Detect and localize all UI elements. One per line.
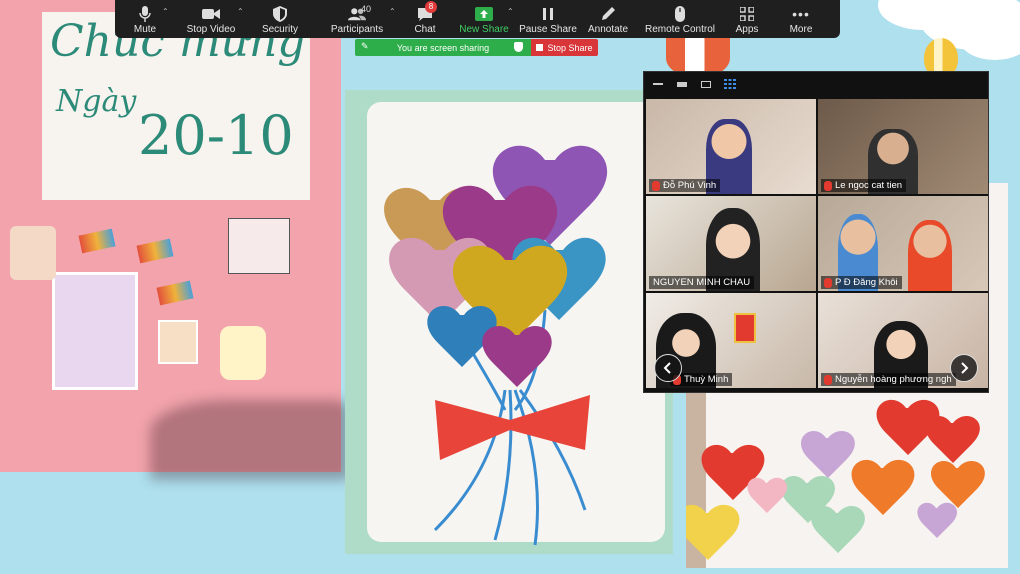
chevron-left-icon [663,362,671,374]
mute-button[interactable]: Mute ⌃ [115,0,175,38]
muted-mic-icon [824,375,832,385]
sticker [78,228,116,254]
sticker [136,238,174,264]
apps-icon [738,5,756,23]
chevron-up-icon[interactable]: ⌃ [507,7,514,16]
annotate-label: Annotate [587,24,629,35]
remote-control-button[interactable]: Remote Control [639,0,721,38]
sticker [220,326,266,380]
sharing-status-text: You are screen sharing [396,42,490,53]
stop-share-button[interactable]: Stop Share [531,39,598,56]
greeting-line2: Ngày [56,84,137,119]
previous-page-button[interactable] [654,354,682,382]
participant-name: NGUYEN MINH CHAU [653,277,751,288]
apps-label: Apps [735,24,759,35]
video-camera-icon [202,5,220,23]
shield-icon [271,5,289,23]
shield-check-icon [514,42,523,52]
participant-count: 40 [361,4,372,14]
stop-square-icon [536,44,544,51]
hearts-bouquet [384,145,608,546]
sharing-status[interactable]: ✎ You are screen sharing [355,39,531,56]
participant-video-tile[interactable]: P Đ Đăng Khôi [818,196,988,291]
participant-figure [908,220,952,291]
pencil-icon [599,5,617,23]
new-share-button[interactable]: New Share ⌃ [449,0,519,38]
chat-button[interactable]: 8 Chat [401,0,449,38]
grip-icon: ✎ [361,41,369,51]
chat-unread-badge: 8 [425,1,437,13]
remote-control-label: Remote Control [644,24,716,35]
mute-label: Mute [133,24,157,35]
annotate-button[interactable]: Annotate [577,0,639,38]
wall-picture [734,313,756,343]
sticker [156,280,194,306]
more-dots-icon: ••• [792,6,810,22]
chevron-up-icon[interactable]: ⌃ [389,7,396,16]
single-view-icon[interactable] [674,77,690,91]
greeting-line3: 20-10 [138,104,294,167]
participants-label: Participants [330,24,384,35]
muted-mic-icon [652,181,660,191]
speaker-view-icon[interactable] [698,77,714,91]
gallery-grid-icon[interactable] [722,77,738,91]
participant-video-tile[interactable]: Le ngoc cat tien [818,99,988,194]
stop-video-label: Stop Video [186,24,236,35]
participant-name: P Đ Đăng Khôi [835,277,898,288]
gallery-view-panel: Đỗ Phú Vinh Le ngoc cat tien NGUYEN MINH… [643,71,989,393]
security-label: Security [261,24,299,35]
meeting-toolbar: Mute ⌃ Stop Video ⌃ Security 40 Particip… [115,0,840,38]
muted-mic-icon [824,278,832,288]
next-page-button[interactable] [950,354,978,382]
security-button[interactable]: Security [247,0,313,38]
gallery-view-controls [644,72,988,96]
new-share-label: New Share [459,24,509,35]
more-button[interactable]: ••• More [773,0,829,38]
pause-icon [539,5,557,23]
stop-video-button[interactable]: Stop Video ⌃ [175,0,247,38]
share-arrow-icon [475,5,493,23]
minimize-view-icon[interactable] [650,77,666,91]
microphone-icon [136,5,154,23]
card-photo-middle [345,90,673,554]
chat-label: Chat [414,24,436,35]
participant-video-tile[interactable]: Đỗ Phú Vinh [646,99,816,194]
chevron-up-icon[interactable]: ⌃ [162,7,169,16]
more-label: More [789,24,813,35]
sticker [158,320,198,364]
participant-name: Nguyễn hoàng phương ngh [835,374,952,385]
sticker [52,272,138,390]
participant-video-tile[interactable]: NGUYEN MINH CHAU [646,196,816,291]
muted-mic-icon [824,181,832,191]
apps-button[interactable]: Apps [721,0,773,38]
participants-button[interactable]: 40 Participants ⌃ [313,0,401,38]
mouse-icon [671,5,689,23]
pause-share-label: Pause Share [519,24,577,35]
participant-name: Thuỳ Minh [684,374,729,385]
greeting-paper: Chúc mừng Ngày 20-10 [42,12,310,200]
chevron-up-icon[interactable]: ⌃ [237,7,244,16]
chevron-right-icon [961,362,969,374]
stop-share-label: Stop Share [547,42,593,53]
sticker [10,226,56,280]
pause-share-button[interactable]: Pause Share [519,0,577,38]
sticker [228,218,290,274]
card-photo-left: Chúc mừng Ngày 20-10 [0,0,350,480]
participant-name: Đỗ Phú Vinh [663,180,717,191]
participant-name: Le ngoc cat tien [835,180,903,191]
screen-sharing-bar: ✎ You are screen sharing Stop Share [355,39,598,56]
